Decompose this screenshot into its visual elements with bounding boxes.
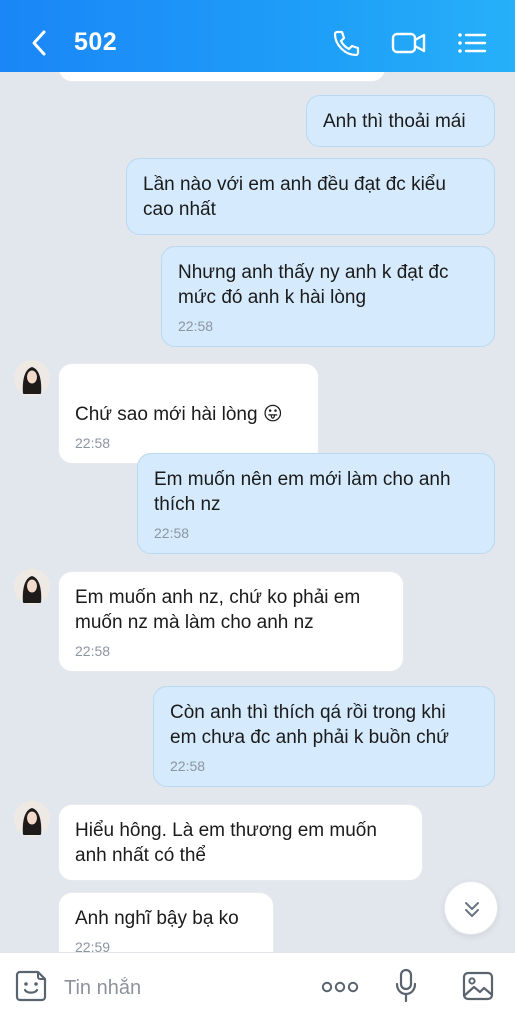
message-bubble-outgoing[interactable]: Lần nào với em anh đều đạt đc kiểu cao n… [126,158,495,235]
sticker-icon[interactable] [14,969,48,1003]
message-text: Anh thì thoải mái [323,111,466,132]
message-bubble-outgoing[interactable]: Em muốn nên em mới làm cho anh thích nz … [137,453,495,554]
message-time: 22:58 [154,525,190,541]
image-gallery-icon[interactable] [461,969,495,1003]
message-time: 22:58 [75,435,111,451]
message-list[interactable]: Anh thì thoải mái Lần nào với em anh đều… [0,72,515,952]
message-time: 22:58 [178,318,214,334]
avatar-photo-icon [14,801,50,837]
tongue-out-emoji-icon: 😛 [262,404,283,425]
more-options-icon[interactable] [320,977,360,997]
message-bubble-outgoing[interactable]: Nhưng anh thấy ny anh k đạt đc mức đó an… [161,246,495,347]
message-text: Em muốn anh nz, chứ ko phải em muốn nz m… [75,587,361,633]
message-bubble-incoming[interactable] [58,72,386,82]
avatar-photo-icon [14,569,50,605]
message-text: Em muốn nên em mới làm cho anh thích nz [154,469,451,515]
video-call-icon[interactable] [390,28,428,58]
message-bubble-incoming[interactable]: Chứ sao mới hài lòng 😛 22:58 [58,363,319,464]
message-text: Chứ sao mới hài lòng 😛 [75,404,283,425]
message-text: Lần nào với em anh đều đạt đc kiểu cao n… [143,174,446,220]
avatar[interactable] [14,360,50,396]
message-bubble-incoming[interactable]: Em muốn anh nz, chứ ko phải em muốn nz m… [58,571,404,672]
avatar[interactable] [14,569,50,605]
message-time: 22:58 [170,758,206,774]
message-text: Anh nghĩ bậy bạ ko [75,908,239,929]
message-bubble-outgoing[interactable]: Còn anh thì thích qá rồi trong khi em ch… [153,686,495,787]
avatar[interactable] [14,801,50,837]
avatar-photo-icon [14,360,50,396]
message-text: Còn anh thì thích qá rồi trong khi em ch… [170,702,449,748]
scroll-to-bottom-button[interactable] [444,881,498,935]
double-chevron-down-icon [465,902,479,917]
message-composer [0,952,515,1024]
chat-title[interactable]: 502 [74,28,117,57]
message-time: 22:58 [75,643,111,659]
phone-icon[interactable] [330,28,362,58]
chat-header: 502 [0,0,515,72]
back-icon[interactable] [28,26,50,60]
message-bubble-incoming[interactable]: Hiểu hông. Là em thương em muốn anh nhất… [58,804,423,881]
message-bubble-incoming[interactable]: Anh nghĩ bậy bạ ko 22:59 [58,892,274,952]
menu-list-icon[interactable] [455,28,487,58]
message-text: Nhưng anh thấy ny anh k đạt đc mức đó an… [178,262,449,308]
message-text: Hiểu hông. Là em thương em muốn anh nhất… [75,820,377,866]
message-input[interactable] [64,973,294,1003]
message-bubble-outgoing[interactable]: Anh thì thoải mái [306,95,495,147]
microphone-icon[interactable] [394,967,418,1005]
message-time: 22:59 [75,939,111,952]
